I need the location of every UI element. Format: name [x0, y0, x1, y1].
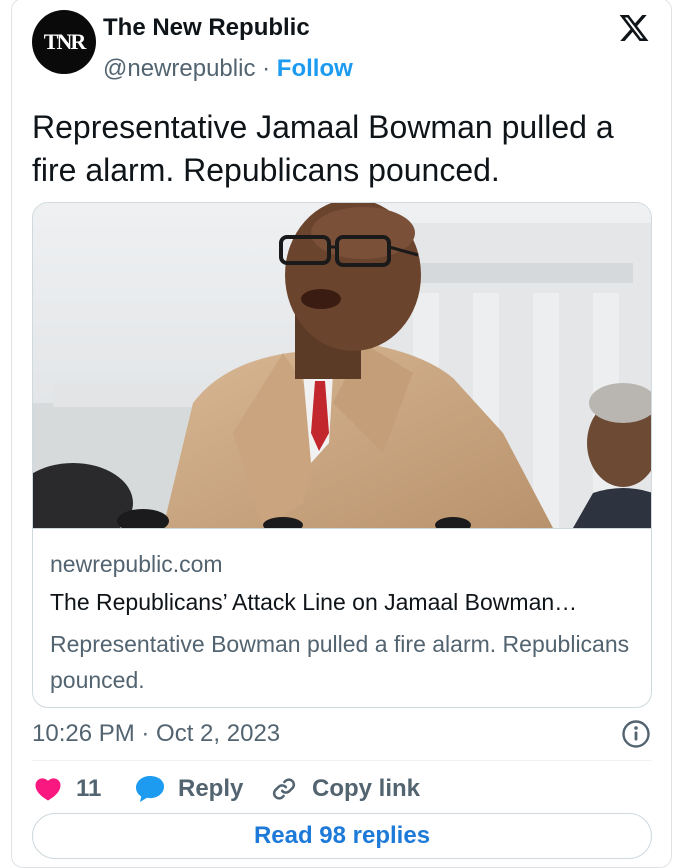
- tweet-timestamp[interactable]: 10:26 PM · Oct 2, 2023: [32, 720, 280, 748]
- link-preview-meta[interactable]: newrepublic.com The Republicans’ Attack …: [33, 528, 651, 693]
- reply-bubble-icon: [134, 774, 166, 804]
- x-logo-icon[interactable]: [617, 12, 651, 44]
- tweet-text: Representative Jamaal Bowman pulled a fi…: [32, 109, 614, 188]
- account-handle[interactable]: @newrepublic: [103, 55, 255, 82]
- avatar[interactable]: TNR: [32, 10, 96, 74]
- actions-divider: [32, 760, 652, 761]
- avatar-logo-text: TNR: [43, 29, 86, 54]
- follow-button[interactable]: Follow: [277, 55, 353, 82]
- handle-row: @newrepublic · Follow: [103, 55, 353, 83]
- link-domain: newrepublic.com: [50, 551, 223, 577]
- info-icon[interactable]: [621, 719, 651, 749]
- link-description: Representative Bowman pulled a fire alar…: [50, 631, 630, 693]
- copy-link-button[interactable]: Copy link: [268, 772, 420, 806]
- read-replies-button[interactable]: Read 98 replies: [32, 813, 652, 859]
- reply-button[interactable]: Reply: [134, 772, 243, 806]
- handle-separator: ·: [262, 55, 271, 82]
- copy-link-label: Copy link: [312, 775, 421, 802]
- link-preview-card[interactable]: newrepublic.com The Republicans’ Attack …: [32, 202, 652, 708]
- heart-icon: [32, 774, 64, 804]
- reply-label: Reply: [178, 775, 244, 802]
- like-button[interactable]: 11: [32, 772, 101, 806]
- link-icon: [268, 774, 300, 804]
- link-title: The Republicans’ Attack Line on Jamaal B…: [50, 589, 578, 615]
- account-name[interactable]: The New Republic: [103, 14, 310, 42]
- like-count: 11: [76, 775, 102, 802]
- link-preview-image[interactable]: [33, 203, 651, 528]
